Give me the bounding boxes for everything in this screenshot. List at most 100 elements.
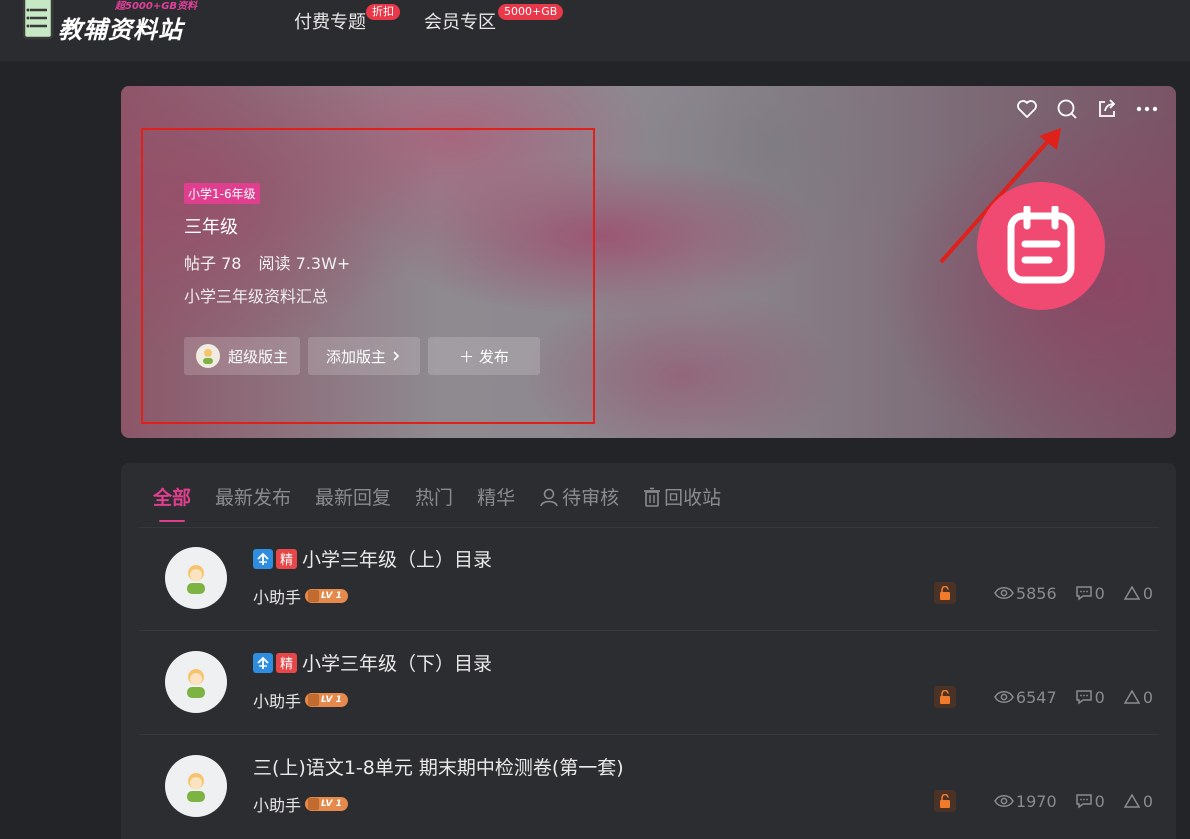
author-avatar[interactable]: [165, 755, 227, 817]
level-badge: LV 1: [305, 589, 348, 603]
post-author[interactable]: 小助手 LV 1: [253, 688, 348, 712]
tab-latest-replied[interactable]: 最新回复: [315, 483, 391, 510]
comment-icon: [1075, 794, 1092, 809]
triangle-up-icon: [1123, 689, 1141, 704]
views-count: 1970: [994, 792, 1057, 811]
site-logo[interactable]: 超5000+GB资料 教辅资料站: [20, 0, 220, 45]
tab-hot[interactable]: 热门: [415, 483, 453, 510]
eye-icon: [994, 795, 1014, 807]
likes-count: 0: [1123, 688, 1153, 707]
views-value: 1970: [1015, 791, 1057, 811]
more-icon[interactable]: [1136, 98, 1158, 120]
comments-count: 0: [1075, 584, 1105, 603]
post-title[interactable]: 精 小学三年级（上）目录: [253, 545, 492, 572]
post-row[interactable]: 精 小学三年级（上）目录 小助手 LV 1 5856 0 0: [139, 527, 1159, 631]
post-author[interactable]: 小助手 LV 1: [253, 584, 348, 608]
views-count: 6547: [994, 688, 1057, 707]
views-count: 5856: [994, 584, 1057, 603]
publish-button[interactable]: ＋ 发布: [428, 337, 540, 375]
unlock-icon: [933, 790, 956, 812]
discount-badge: 折扣: [366, 4, 400, 20]
post-author[interactable]: 小助手 LV 1: [253, 792, 348, 816]
tab-label: 待审核: [562, 487, 620, 509]
author-avatar[interactable]: [165, 651, 227, 713]
triangle-up-icon: [1123, 793, 1141, 808]
forum-logo: [977, 182, 1105, 310]
level-badge: LV 1: [305, 797, 348, 811]
likes-value: 0: [1142, 687, 1153, 707]
post-title[interactable]: 精 小学三年级（下）目录: [253, 649, 492, 676]
nav-label: 会员专区: [424, 12, 496, 33]
post-meta: 1970 0 0: [933, 790, 1153, 812]
comments-value: 0: [1094, 687, 1105, 707]
search-icon[interactable]: [1056, 98, 1078, 120]
post-title-text: 三(上)语文1-8单元 期末期中检测卷(第一套): [253, 757, 624, 779]
category-tag[interactable]: 小学1-6年级: [184, 183, 260, 204]
views-value: 5856: [1015, 583, 1057, 603]
user-avatar-icon: [187, 773, 205, 802]
likes-count: 0: [1123, 584, 1153, 603]
comment-icon: [1075, 586, 1092, 601]
tab-featured[interactable]: 精华: [477, 483, 515, 510]
clipboard-logo-icon: [22, 0, 54, 40]
forum-stats: 帖子 78 阅读 7.3W+: [184, 250, 350, 274]
post-meta: 5856 0 0: [933, 582, 1153, 604]
unlock-icon: [933, 582, 956, 604]
logo-text: 教辅资料站: [58, 16, 183, 44]
forum-title: 三年级: [184, 217, 238, 238]
post-meta: 6547 0 0: [933, 686, 1153, 708]
trash-icon: [644, 487, 661, 507]
nav-label: 付费专题: [294, 12, 366, 33]
forum-description: 小学三年级资料汇总: [184, 287, 329, 306]
posts-count: 帖子 78: [184, 254, 242, 273]
post-title-text: 小学三年级（上）目录: [302, 549, 493, 571]
post-row[interactable]: 三(上)语文1-8单元 期末期中检测卷(第一套) 小助手 LV 1 1970 0…: [139, 735, 1159, 839]
moderator-label: 超级版主: [227, 347, 288, 366]
comments-count: 0: [1075, 792, 1105, 811]
comments-value: 0: [1094, 583, 1105, 603]
capacity-badge: 5000+GB: [498, 4, 564, 20]
likes-count: 0: [1123, 792, 1153, 811]
publish-label: ＋ 发布: [459, 347, 509, 366]
post-title-text: 小学三年级（下）目录: [302, 653, 493, 675]
likes-value: 0: [1142, 791, 1153, 811]
nav-member-zone[interactable]: 会员专区 5000+GB: [424, 4, 564, 34]
author-name: 小助手: [253, 796, 302, 815]
heart-icon[interactable]: [1016, 98, 1038, 120]
tab-pending-review[interactable]: 待审核: [539, 483, 619, 510]
level-badge: LV 1: [305, 693, 348, 707]
post-filter-tabs: 全部 最新发布 最新回复 热门 精华 待审核 回收站: [153, 483, 721, 522]
pin-top-icon: [253, 548, 273, 569]
pin-top-icon: [253, 652, 273, 673]
tab-recycle-bin[interactable]: 回收站: [643, 483, 721, 510]
triangle-up-icon: [1123, 585, 1141, 600]
chevron-right-icon: [393, 351, 400, 361]
forum-hero-banner: 小学1-6年级 三年级 帖子 78 阅读 7.3W+ 小学三年级资料汇总 超级版…: [121, 86, 1176, 438]
moderator-avatar: [195, 344, 220, 368]
add-moderator-button[interactable]: 添加版主: [308, 337, 420, 375]
notepad-icon: [1007, 206, 1075, 284]
add-moderator-label: 添加版主: [325, 347, 386, 366]
annotation-box: [141, 128, 595, 424]
tab-label: 回收站: [664, 487, 722, 509]
share-icon[interactable]: [1096, 98, 1118, 120]
posts-panel: 全部 最新发布 最新回复 热门 精华 待审核 回收站 精 小学三年级（上）目录 …: [121, 463, 1176, 839]
moderator-button[interactable]: 超级版主: [184, 337, 300, 375]
author-avatar[interactable]: [165, 547, 227, 609]
featured-badge: 精: [276, 548, 297, 569]
comments-count: 0: [1075, 688, 1105, 707]
views-value: 6547: [1015, 687, 1057, 707]
eye-icon: [994, 691, 1014, 703]
comments-value: 0: [1094, 791, 1105, 811]
tab-all[interactable]: 全部: [153, 483, 191, 522]
user-icon: [540, 488, 558, 506]
user-avatar-icon: [187, 565, 205, 594]
tab-latest-published[interactable]: 最新发布: [215, 483, 291, 510]
top-navbar: 超5000+GB资料 教辅资料站 付费专题 折扣 会员专区 5000+GB: [0, 0, 1190, 61]
nav-paid-topics[interactable]: 付费专题 折扣: [294, 4, 400, 34]
author-name: 小助手: [253, 588, 302, 607]
post-title[interactable]: 三(上)语文1-8单元 期末期中检测卷(第一套): [253, 753, 624, 780]
comment-icon: [1075, 690, 1092, 705]
post-row[interactable]: 精 小学三年级（下）目录 小助手 LV 1 6547 0 0: [139, 631, 1159, 735]
unlock-icon: [933, 686, 956, 708]
